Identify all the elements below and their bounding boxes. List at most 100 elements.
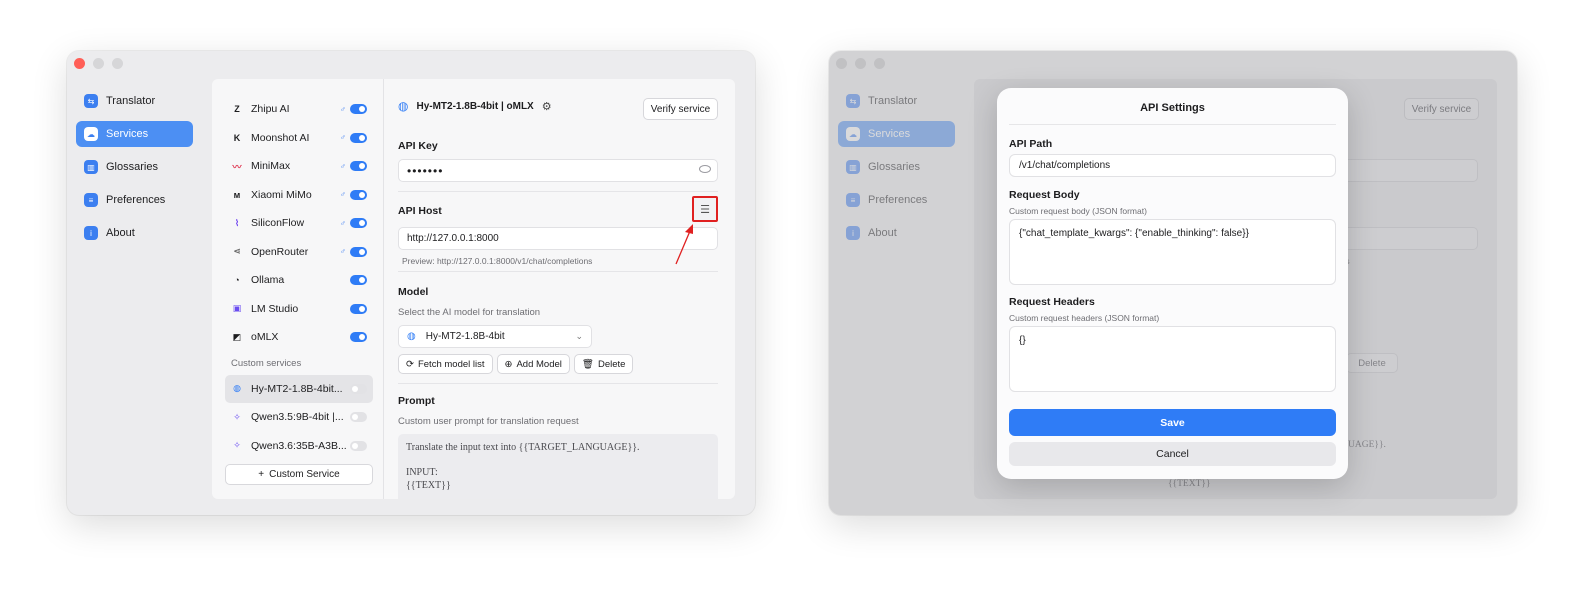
dialog-title: API Settings [1140, 102, 1205, 114]
close-window-button[interactable] [74, 58, 85, 69]
service-toggle[interactable] [350, 332, 367, 343]
request-headers-textarea[interactable]: {} [1009, 326, 1336, 392]
sidebar-item-services[interactable]: ☁ Services [76, 121, 193, 147]
delete-model-button[interactable]: 🗑 Delete [573, 354, 634, 374]
trash-icon: 🗑 [581, 358, 594, 370]
model-subtitle: Select the AI model for translation [398, 307, 541, 318]
globe-icon: ◍ [398, 99, 409, 113]
service-toggle[interactable] [350, 412, 367, 423]
model-select-value: Hy-MT2-1.8B-4bit [425, 331, 505, 342]
service-toggle[interactable] [350, 383, 367, 394]
add-custom-service-button[interactable]: + Custom Service [225, 464, 373, 485]
api-host-value: http://127.0.0.1:8000 [407, 233, 499, 244]
cloud-icon: ☁ [84, 127, 98, 141]
sidebar-item-label: Preferences [106, 194, 166, 206]
prompt-line: Translate the input text into {{TARGET_L… [406, 442, 640, 453]
api-key-label: API Key [398, 140, 438, 152]
service-toggle[interactable] [350, 132, 367, 143]
openrouter-logo-icon: ⋖ [233, 246, 241, 257]
minimize-window-button[interactable] [93, 58, 104, 69]
service-item-zhipu[interactable]: Z Zhipu AI ♂ [225, 95, 373, 124]
service-name: LM Studio [251, 302, 299, 315]
sidebar-item-about[interactable]: i About [76, 220, 193, 246]
eye-icon[interactable] [699, 165, 711, 173]
sidebar-item-label: Translator [106, 95, 156, 107]
service-name: SiliconFlow [251, 217, 305, 230]
api-preview: Preview: http://127.0.0.1:8000/v1/chat/c… [402, 256, 593, 266]
translate-icon: ⇆ [84, 94, 98, 108]
test-tube-icon: ♂ [340, 218, 346, 228]
model-actions: ⟳ Fetch model list ⊕ Add Model 🗑 Delete [398, 354, 634, 374]
sliders-icon: ☰ [700, 203, 710, 216]
prompt-label: Prompt [398, 395, 435, 407]
sidebar-item-preferences[interactable]: ≡ Preferences [76, 187, 193, 213]
service-toggle[interactable] [350, 218, 367, 229]
prompt-subtitle: Custom user prompt for translation reque… [398, 416, 579, 427]
api-settings-dialog: API Settings API Path /v1/chat/completio… [997, 88, 1348, 479]
fetch-model-list-button[interactable]: ⟳ Fetch model list [398, 354, 493, 374]
service-item-openrouter[interactable]: ⋖ OpenRouter ♂ [225, 238, 373, 267]
book-icon: ▥ [84, 160, 98, 174]
service-toggle[interactable] [350, 303, 367, 314]
service-toggle[interactable] [350, 189, 367, 200]
custom-service-item[interactable]: ◍ Hy-MT2-1.8B-4bit... [225, 374, 373, 403]
window-controls [74, 58, 123, 69]
add-model-button[interactable]: ⊕ Add Model [496, 354, 570, 374]
api-host-label: API Host [398, 205, 442, 217]
service-name: OpenRouter [251, 245, 309, 258]
service-name: MiniMax [251, 160, 291, 173]
gear-icon[interactable]: ⚙ [542, 100, 552, 113]
service-item-moonshot[interactable]: K Moonshot AI ♂ [225, 124, 373, 153]
custom-service-item[interactable]: ✧ Qwen3.6:35B-A3B... [225, 432, 373, 461]
custom-service-item[interactable]: ✧ Qwen3.5:9B-4bit |... [225, 403, 373, 432]
sidebar-item-glossaries[interactable]: ▥ Glossaries [76, 154, 193, 180]
plus-icon: + [258, 469, 265, 480]
request-body-subtitle: Custom request body (JSON format) [1009, 206, 1147, 216]
request-body-textarea[interactable]: {"chat_template_kwargs": {"enable_thinki… [1009, 219, 1336, 285]
api-settings-window: ⇆ Translator ☁ Services ▥ Glossaries ≡ P… [829, 51, 1517, 515]
service-item-minimax[interactable]: 〰 MiniMax ♂ [225, 152, 373, 181]
service-toggle[interactable] [350, 104, 367, 115]
api-settings-button[interactable]: ☰ [692, 196, 718, 222]
service-toggle[interactable] [350, 246, 367, 257]
info-icon: i [84, 226, 98, 240]
sidebar-item-label: Services [106, 128, 149, 140]
prompt-line [406, 455, 710, 468]
moonshot-logo-icon: K [233, 132, 241, 143]
service-item-siliconflow[interactable]: ⌇ SiliconFlow ♂ [225, 209, 373, 238]
api-key-field[interactable]: ••••••• [398, 159, 718, 182]
zoom-window-button[interactable] [112, 58, 123, 69]
service-toggle[interactable] [350, 161, 367, 172]
save-button[interactable]: Save [1009, 409, 1336, 436]
plus-circle-icon: ⊕ [504, 358, 513, 370]
services-window: ⇆ Translator ☁ Services ▥ Glossaries ≡ P… [67, 51, 755, 515]
service-item-ollama[interactable]: ◔ Ollama [225, 266, 373, 295]
model-select[interactable]: ◍ Hy-MT2-1.8B-4bit ⌄ [398, 325, 592, 348]
service-toggle[interactable] [350, 440, 367, 451]
service-item-xiaomi[interactable]: ᴍ Xiaomi MiMo ♂ [225, 181, 373, 210]
service-toggle[interactable] [350, 275, 367, 286]
service-item-lmstudio[interactable]: ▣ LM Studio [225, 295, 373, 324]
separator [398, 191, 718, 192]
globe-icon: ◍ [233, 383, 241, 394]
test-tube-icon: ♂ [340, 161, 346, 171]
panel-divider [383, 79, 384, 499]
service-name: Moonshot AI [251, 131, 310, 144]
api-path-input[interactable]: /v1/chat/completions [1009, 154, 1336, 177]
prompt-textarea[interactable]: Translate the input text into {{TARGET_L… [398, 434, 718, 499]
service-name: Qwen3.6:35B-A3B... [251, 439, 347, 452]
verify-service-button[interactable]: Verify service [643, 98, 718, 120]
request-headers-subtitle: Custom request headers (JSON format) [1009, 313, 1160, 323]
sidebar-item-translator[interactable]: ⇆ Translator [76, 88, 193, 114]
sidebar-item-label: About [106, 227, 135, 239]
service-item-omlx[interactable]: ◩ oMLX [225, 323, 373, 352]
service-name: Zhipu AI [251, 103, 290, 116]
sidebar-nav: ⇆ Translator ☁ Services ▥ Glossaries ≡ P… [76, 88, 193, 253]
siliconflow-logo-icon: ⌇ [234, 217, 240, 228]
service-name: Hy-MT2-1.8B-4bit... [251, 382, 343, 395]
api-key-value: ••••••• [407, 163, 444, 178]
api-host-field[interactable]: http://127.0.0.1:8000 [398, 227, 718, 250]
service-name: Qwen3.5:9B-4bit |... [251, 411, 344, 424]
cancel-button[interactable]: Cancel [1009, 442, 1336, 466]
add-model-label: Add Model [516, 358, 562, 370]
